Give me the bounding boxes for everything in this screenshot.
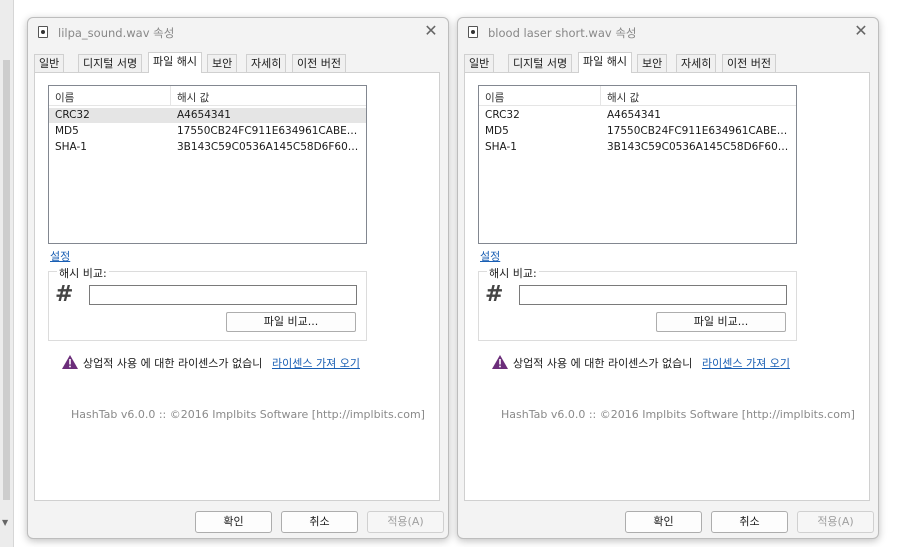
row-name: MD5: [55, 125, 79, 137]
table-row[interactable]: SHA-1 3B143C59C0536A145C58D6F6072E65...: [49, 140, 366, 155]
license-warning-text: 상업적 사용 에 대한 라이센스가 없습니: [513, 357, 693, 370]
title-bar[interactable]: lilpa_sound.wav 속성 ✕: [28, 18, 448, 46]
ok-button[interactable]: 확인: [625, 511, 702, 533]
row-name: MD5: [485, 125, 509, 137]
row-value: 17550CB24FC911E634961CABE70F10...: [177, 125, 363, 137]
hashtab-footer: HashTab v6.0.0 :: ©2016 Implbits Softwar…: [71, 408, 425, 421]
tab-details[interactable]: 자세히: [246, 54, 287, 72]
title-bar[interactable]: blood laser short.wav 속성 ✕: [458, 18, 878, 46]
tab-previous-versions[interactable]: 이전 버전: [722, 54, 776, 72]
row-name: CRC32: [485, 109, 520, 121]
apply-button[interactable]: 적용(A): [367, 511, 444, 533]
hash-list-header: 이름 해시 값: [479, 86, 796, 106]
tab-digital-signature[interactable]: 디지털 서명: [508, 54, 573, 72]
row-value: 3B143C59C0536A145C58D6F6072E65...: [607, 141, 793, 153]
hash-icon: #: [55, 282, 74, 307]
hash-compare-input[interactable]: [89, 285, 357, 305]
settings-link[interactable]: 설정: [50, 248, 70, 264]
compare-file-button[interactable]: 파일 비교...: [226, 312, 356, 332]
scroll-down-arrow-icon[interactable]: ▼: [2, 518, 8, 527]
file-hash-panel: 이름 해시 값 CRC32 A4654341 MD5 17550CB24FC91…: [34, 72, 440, 501]
file-hash-panel: 이름 해시 값 CRC32 A4654341 MD5 17550CB24FC91…: [464, 72, 870, 501]
warning-triangle-icon: [62, 355, 78, 369]
compare-file-button[interactable]: 파일 비교...: [656, 312, 786, 332]
hash-compare-label: 해시 비교:: [57, 265, 109, 281]
column-divider[interactable]: [600, 86, 601, 106]
hash-list[interactable]: 이름 해시 값 CRC32 A4654341 MD5 17550CB24FC91…: [48, 85, 367, 244]
tab-general[interactable]: 일반: [464, 54, 495, 72]
column-name[interactable]: 이름: [55, 90, 74, 105]
table-row[interactable]: MD5 17550CB24FC911E634961CABE70F10...: [49, 124, 366, 139]
row-value: A4654341: [177, 109, 231, 121]
get-license-link[interactable]: 라이센스 가져 오기: [272, 355, 360, 371]
tab-file-hash[interactable]: 파일 해시: [578, 52, 632, 73]
hash-compare-label: 해시 비교:: [487, 265, 539, 281]
file-icon: [468, 26, 478, 38]
hash-icon: #: [485, 282, 504, 307]
hash-compare-group: 해시 비교: # 파일 비교...: [478, 265, 797, 341]
close-icon[interactable]: ✕: [422, 22, 440, 40]
row-value: 3B143C59C0536A145C58D6F6072E65...: [177, 141, 363, 153]
hashtab-footer: HashTab v6.0.0 :: ©2016 Implbits Softwar…: [501, 408, 855, 421]
window-title: blood laser short.wav 속성: [488, 26, 637, 40]
window-title: lilpa_sound.wav 속성: [58, 26, 175, 40]
properties-window-1: lilpa_sound.wav 속성 ✕ 일반 디지털 서명 파일 해시 보안 …: [27, 17, 449, 539]
column-name[interactable]: 이름: [485, 90, 504, 105]
license-warning-text: 상업적 사용 에 대한 라이센스가 없습니: [83, 357, 263, 370]
ok-button[interactable]: 확인: [195, 511, 272, 533]
column-hash-value[interactable]: 해시 값: [177, 90, 209, 105]
tab-digital-signature[interactable]: 디지털 서명: [78, 54, 143, 72]
file-icon: [38, 26, 48, 38]
hash-compare-input[interactable]: [519, 285, 787, 305]
settings-link[interactable]: 설정: [480, 248, 500, 264]
row-value: A4654341: [607, 109, 661, 121]
get-license-link[interactable]: 라이센스 가져 오기: [702, 355, 790, 371]
background-window-scrollbar[interactable]: ▼: [0, 0, 14, 547]
tab-security[interactable]: 보안: [637, 54, 668, 72]
hash-list-header: 이름 해시 값: [49, 86, 366, 106]
column-hash-value[interactable]: 해시 값: [607, 90, 639, 105]
table-row[interactable]: CRC32 A4654341: [49, 108, 366, 123]
cancel-button[interactable]: 취소: [711, 511, 788, 533]
properties-window-2: blood laser short.wav 속성 ✕ 일반 디지털 서명 파일 …: [457, 17, 879, 539]
tab-details[interactable]: 자세히: [676, 54, 717, 72]
tab-security[interactable]: 보안: [207, 54, 238, 72]
warning-triangle-icon: [492, 355, 508, 369]
tab-previous-versions[interactable]: 이전 버전: [292, 54, 346, 72]
column-divider[interactable]: [170, 86, 171, 106]
apply-button[interactable]: 적용(A): [797, 511, 874, 533]
hash-compare-group: 해시 비교: # 파일 비교...: [48, 265, 367, 341]
row-value: 17550CB24FC911E634961CABE70F10...: [607, 125, 793, 137]
close-icon[interactable]: ✕: [852, 22, 870, 40]
row-name: SHA-1: [55, 141, 87, 153]
hash-list[interactable]: 이름 해시 값 CRC32 A4654341 MD5 17550CB24FC91…: [478, 85, 797, 244]
row-name: CRC32: [55, 109, 90, 121]
scrollbar-thumb[interactable]: [3, 60, 10, 500]
table-row[interactable]: MD5 17550CB24FC911E634961CABE70F10...: [479, 124, 796, 139]
row-name: SHA-1: [485, 141, 517, 153]
tab-file-hash[interactable]: 파일 해시: [148, 52, 202, 73]
cancel-button[interactable]: 취소: [281, 511, 358, 533]
tab-general[interactable]: 일반: [34, 54, 65, 72]
table-row[interactable]: SHA-1 3B143C59C0536A145C58D6F6072E65...: [479, 140, 796, 155]
table-row[interactable]: CRC32 A4654341: [479, 108, 796, 123]
